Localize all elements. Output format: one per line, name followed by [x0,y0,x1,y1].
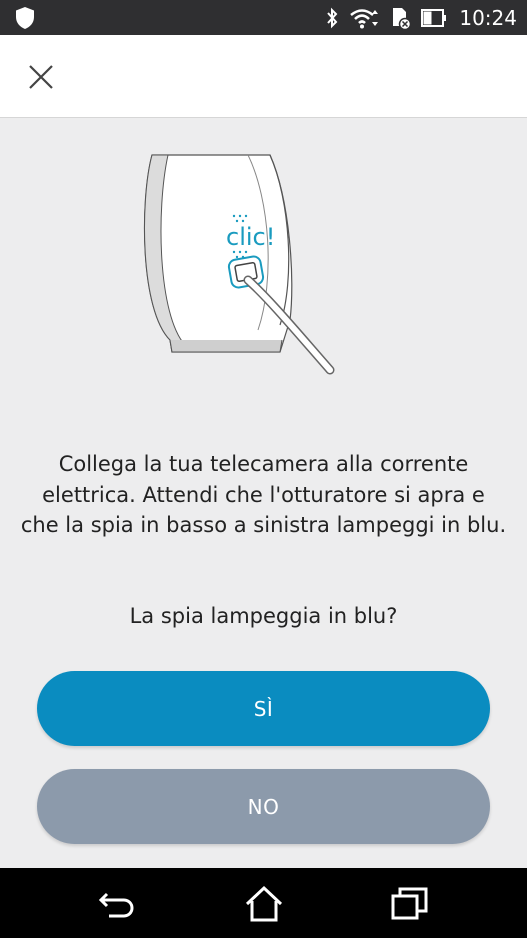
click-label: clic! [226,223,275,251]
back-button[interactable] [97,884,137,924]
recent-apps-icon [391,887,428,920]
sd-card-icon [393,7,412,30]
status-bar: 10:24 [0,0,527,35]
close-icon [29,65,53,89]
instructions-text: Collega la tua telecamera alla corrente … [20,452,507,537]
bluetooth-icon [327,7,338,28]
home-button[interactable] [244,884,284,924]
camera-plug-illustration: clic! [143,154,335,375]
shield-icon [16,7,34,29]
home-icon [245,885,283,922]
recent-apps-button[interactable] [390,884,430,924]
wifi-icon [350,8,379,28]
no-button[interactable]: NO [37,769,490,844]
app-bar [0,35,527,118]
status-time: 10:24 [459,5,517,30]
close-button[interactable] [26,62,56,92]
question-text: La spia lampeggia in blu? [129,604,398,628]
navigation-bar [0,868,527,938]
battery-icon [421,8,447,27]
back-icon [98,892,134,918]
yes-button[interactable]: SÌ [37,671,490,746]
